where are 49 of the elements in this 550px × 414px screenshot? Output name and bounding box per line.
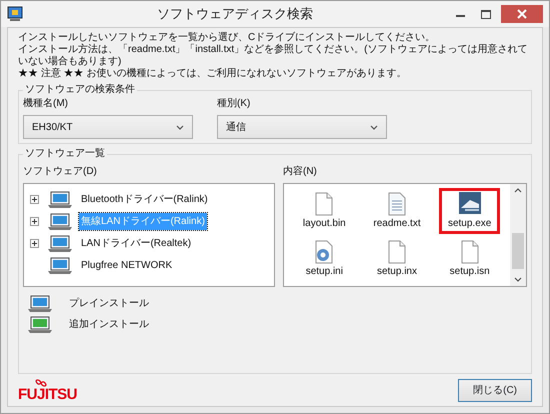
text-document-icon	[386, 192, 408, 216]
file-name[interactable]: setup.isn	[450, 264, 490, 278]
expand-icon	[30, 194, 39, 204]
instruction-text: インストール方法は、「readme.txt」「install.txt」などを参照してください。(ソフトウェアによっては用意されていない場合もあります)	[18, 44, 528, 68]
tree-item[interactable]: Bluetoothドライバー(Ralink)	[79, 190, 210, 208]
field-label: 機種名(M)	[23, 96, 69, 111]
file-name[interactable]: setup.exe	[448, 216, 492, 230]
file-name[interactable]: setup.ini	[306, 264, 343, 278]
scrollbar[interactable]	[510, 184, 526, 286]
laptop-icon	[47, 256, 73, 274]
laptop-icon	[47, 212, 73, 230]
legend-label: 追加インストール	[69, 318, 149, 332]
close-dialog-button[interactable]: 閉じる(C)	[458, 379, 532, 402]
scroll-thumb[interactable]	[512, 233, 524, 269]
expand-icon	[30, 238, 39, 248]
document-icon	[313, 192, 336, 216]
app-icon	[7, 6, 23, 22]
chevron-down-icon	[370, 124, 378, 130]
tree-item[interactable]: Plugfree NETWORK	[79, 256, 174, 274]
loop-icon	[34, 378, 48, 387]
settings-file-icon	[313, 240, 336, 264]
instruction-text: ★★ 注意 ★★ お使いの機種によっては、ご利用になれないソフトウェアがあります。	[18, 68, 408, 80]
brand-logo: FUJITSU	[18, 387, 78, 402]
tree-item[interactable]: LANドライバー(Realtek)	[79, 234, 194, 252]
file-name[interactable]: setup.inx	[376, 264, 417, 278]
maximize-icon	[481, 10, 491, 18]
scroll-down-icon	[514, 277, 522, 283]
instruction-text: インストールしたいソフトウェアを一覧から選び、Cドライブにインストールしてください。	[18, 32, 436, 44]
close-icon	[517, 9, 527, 19]
close-button[interactable]	[501, 5, 543, 23]
dropdown[interactable]: EH30/KT	[23, 115, 193, 139]
laptop-icon	[47, 190, 73, 208]
file-name[interactable]: readme.txt	[373, 216, 421, 230]
window-title: ソフトウェアディスク検索	[156, 5, 314, 24]
application-icon	[458, 192, 481, 216]
document-icon	[458, 240, 481, 264]
document-icon	[386, 240, 408, 264]
expand-icon	[30, 216, 39, 226]
group-title: ソフトウェアの検索条件	[24, 84, 136, 96]
laptop-icon	[47, 234, 73, 252]
file-name[interactable]: layout.bin	[302, 216, 346, 230]
field-label: 内容(N)	[283, 164, 318, 179]
legend-label: プレインストール	[69, 296, 149, 311]
dropdown[interactable]: 通信	[217, 115, 387, 139]
field-label: ソフトウェア(D)	[23, 165, 98, 179]
group-title: ソフトウェア一覧	[24, 148, 106, 160]
scroll-up-icon	[514, 187, 522, 193]
field-label: 種別(K)	[217, 97, 252, 111]
chevron-down-icon	[176, 124, 184, 130]
